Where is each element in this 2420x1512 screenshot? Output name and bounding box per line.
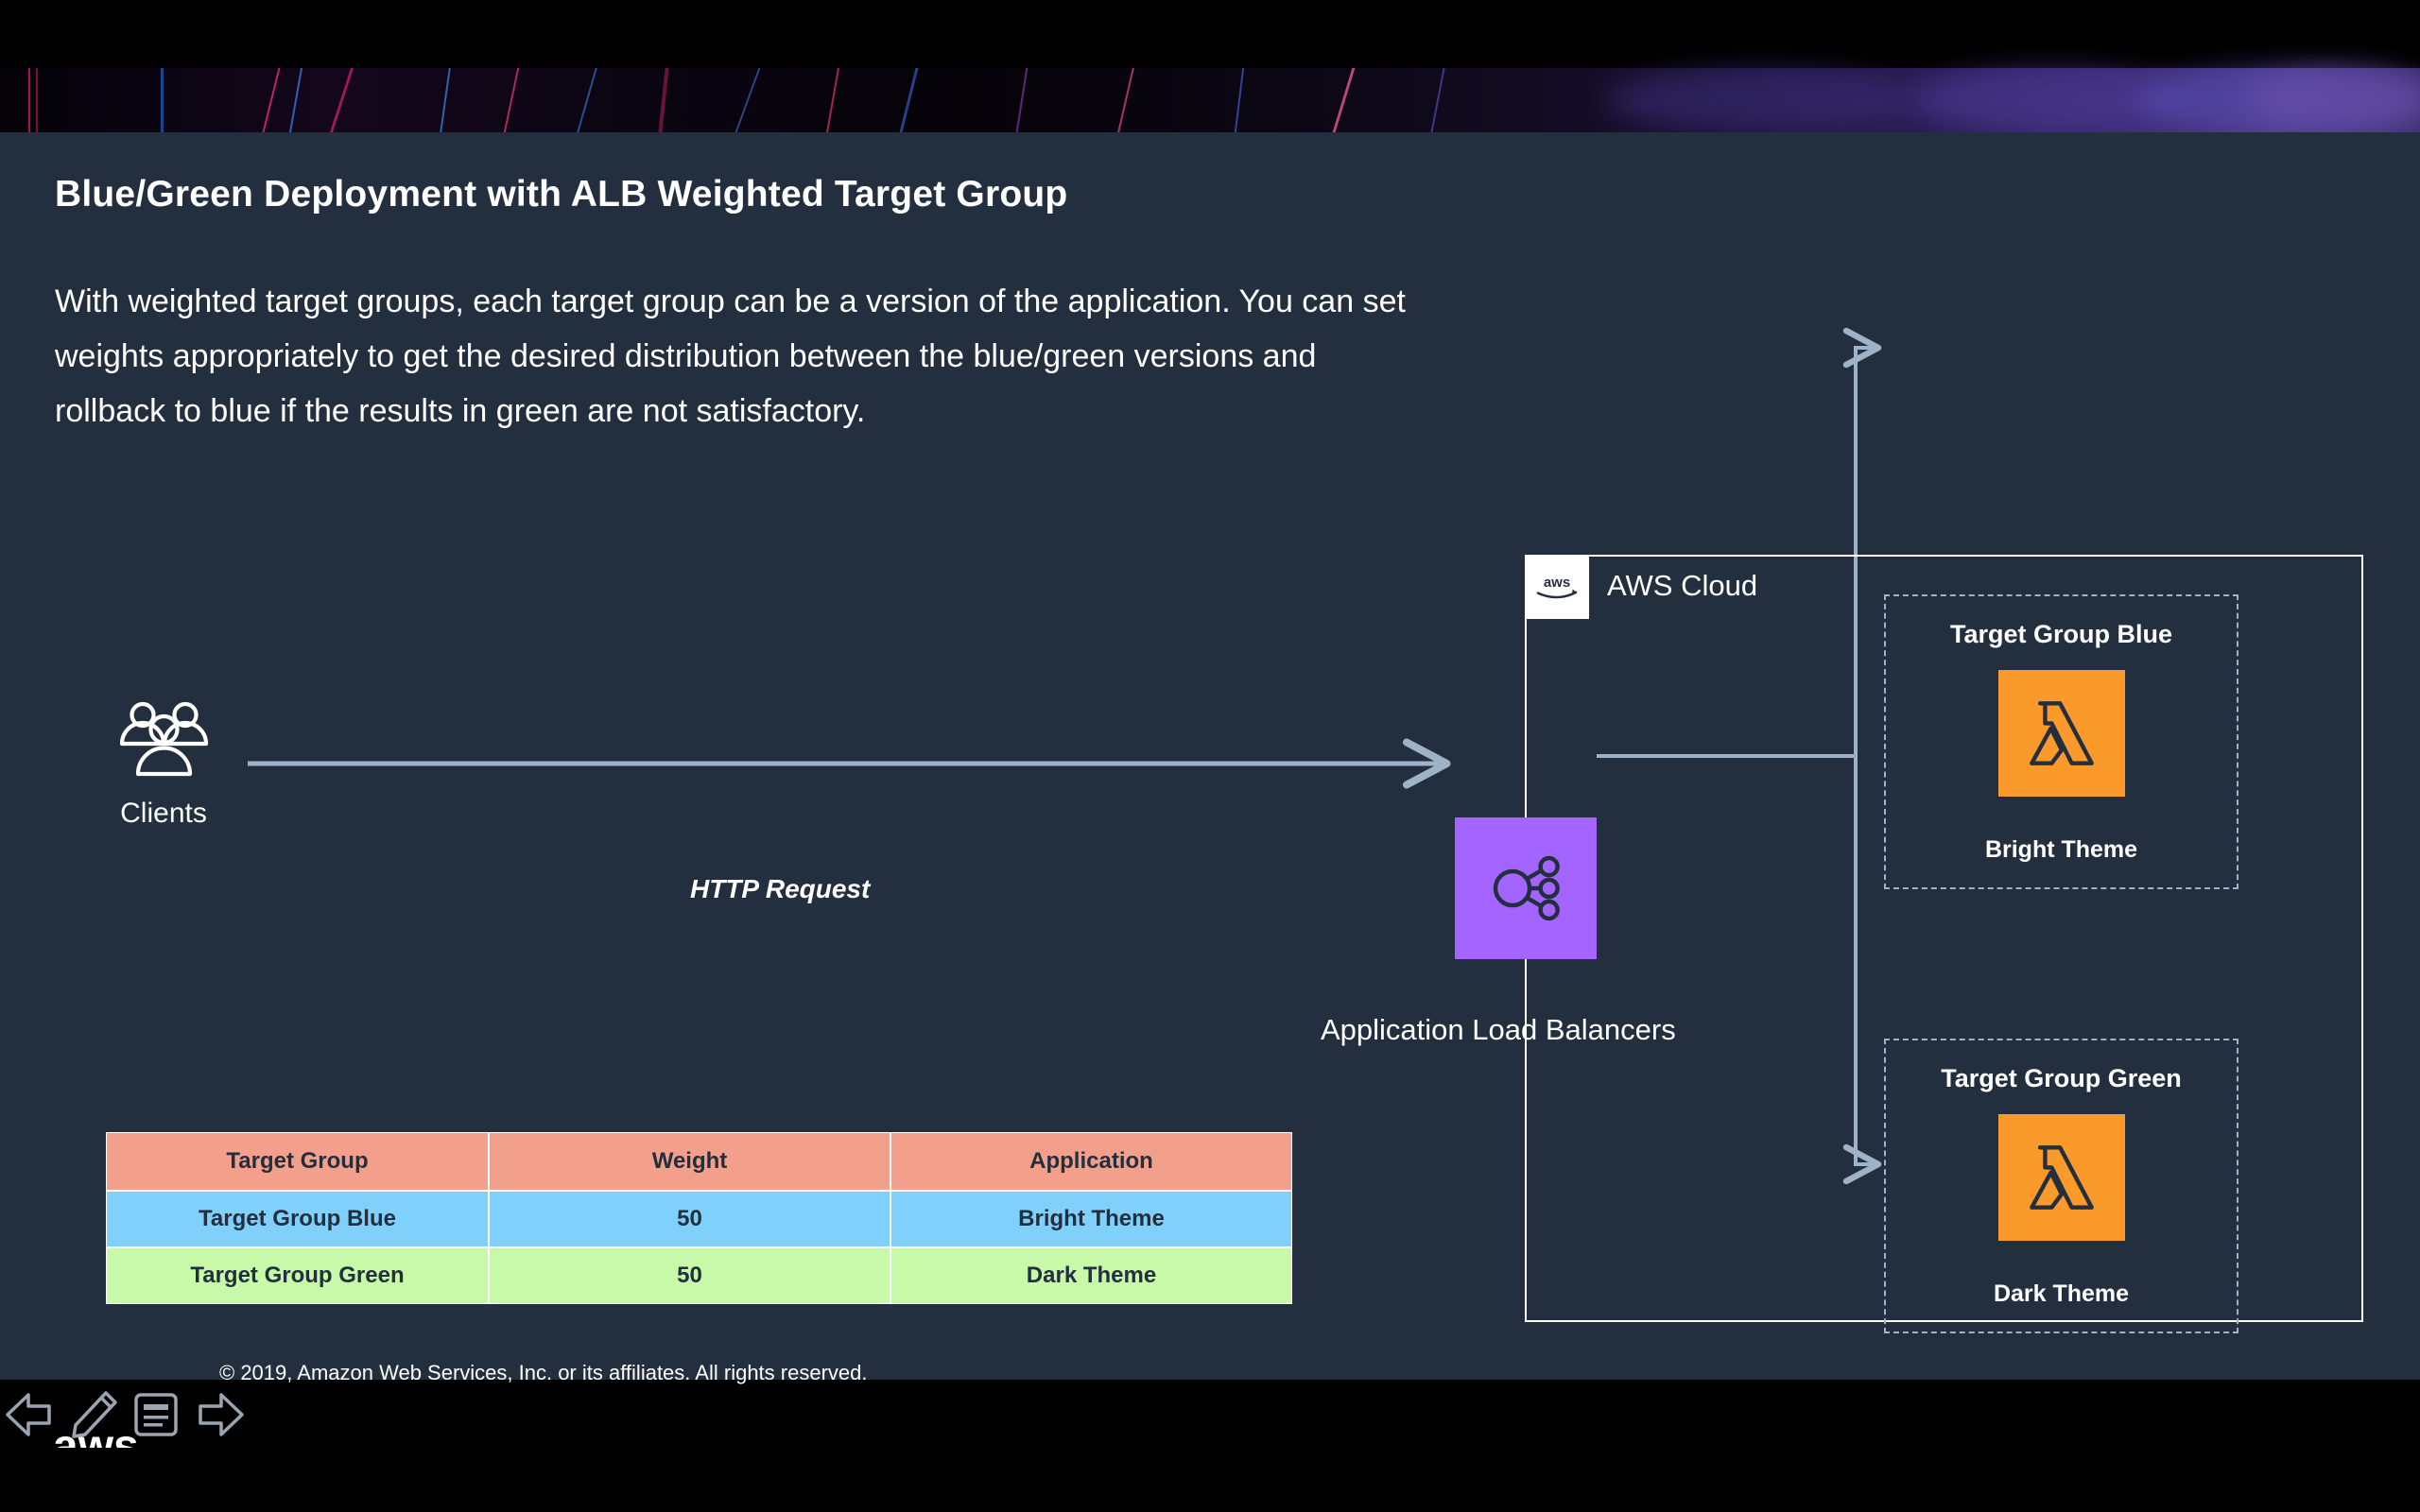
arrow-left-icon [8,1395,49,1435]
notes-button[interactable] [127,1385,185,1444]
target-group-weights-table: Target Group Weight Application Target G… [106,1132,1292,1304]
cell-target-group: Target Group Green [106,1247,489,1304]
aws-logo-glyph: aws [1533,573,1581,601]
banner-streak [28,68,30,132]
clients-label: Clients [102,798,225,830]
aws-lambda-icon [1998,670,2125,797]
arrow-right-icon [200,1395,242,1435]
next-slide-button[interactable] [189,1385,248,1444]
target-group-blue-title: Target Group Blue [1886,620,2237,649]
aws-lambda-icon [1998,1114,2125,1241]
slide-navigation-controls [2,1381,248,1449]
target-group-blue-caption: Bright Theme [1886,836,2237,864]
banner-streak [161,68,164,132]
target-group-green-box: Target Group Green Dark Theme [1884,1039,2238,1333]
cell-target-group: Target Group Blue [106,1191,489,1247]
http-request-label: HTTP Request [690,874,870,904]
letterbox-bottom [0,1448,2420,1512]
cell-application: Dark Theme [890,1247,1292,1304]
slide-content-area: Blue/Green Deployment with ALB Weighted … [0,132,2420,1380]
banner-streak [36,68,38,132]
banner-glow [1607,68,1919,132]
application-load-balancer-icon [1455,817,1597,959]
load-balancer-glyph [1487,850,1564,927]
table-row: Target Group Blue 50 Bright Theme [106,1191,1292,1247]
column-header-application: Application [890,1132,1292,1191]
target-group-green-caption: Dark Theme [1886,1280,2237,1308]
table-header-row: Target Group Weight Application [106,1132,1292,1191]
cell-weight: 50 [489,1191,890,1247]
notes-document-icon [136,1395,176,1435]
decorative-banner-image [0,0,2420,132]
copyright-text: © 2019, Amazon Web Services, Inc. or its… [219,1361,867,1385]
annotate-pen-button[interactable] [64,1385,123,1444]
aws-cloud-label: AWS Cloud [1607,569,1757,603]
svg-text:aws: aws [1544,575,1570,591]
clients-node: Clients [102,699,225,830]
target-group-green-title: Target Group Green [1886,1064,2237,1093]
cell-weight: 50 [489,1247,890,1304]
target-group-blue-box: Target Group Blue Bright Theme [1884,594,2238,889]
column-header-target-group: Target Group [106,1132,489,1191]
column-header-weight: Weight [489,1132,890,1191]
lambda-glyph [2020,692,2103,775]
aws-logo-icon: aws [1525,555,1589,619]
lambda-glyph [2020,1136,2103,1219]
previous-slide-button[interactable] [2,1385,60,1444]
page-title: Blue/Green Deployment with ALB Weighted … [55,174,1662,215]
application-load-balancer-label: Application Load Balancers [1321,1013,1676,1047]
cell-application: Bright Theme [890,1191,1292,1247]
users-group-icon [114,699,214,777]
pen-icon [74,1393,115,1436]
slide-root: Blue/Green Deployment with ALB Weighted … [0,0,2420,1512]
slide-body-text: With weighted target groups, each target… [55,274,1435,438]
table-row: Target Group Green 50 Dark Theme [106,1247,1292,1304]
